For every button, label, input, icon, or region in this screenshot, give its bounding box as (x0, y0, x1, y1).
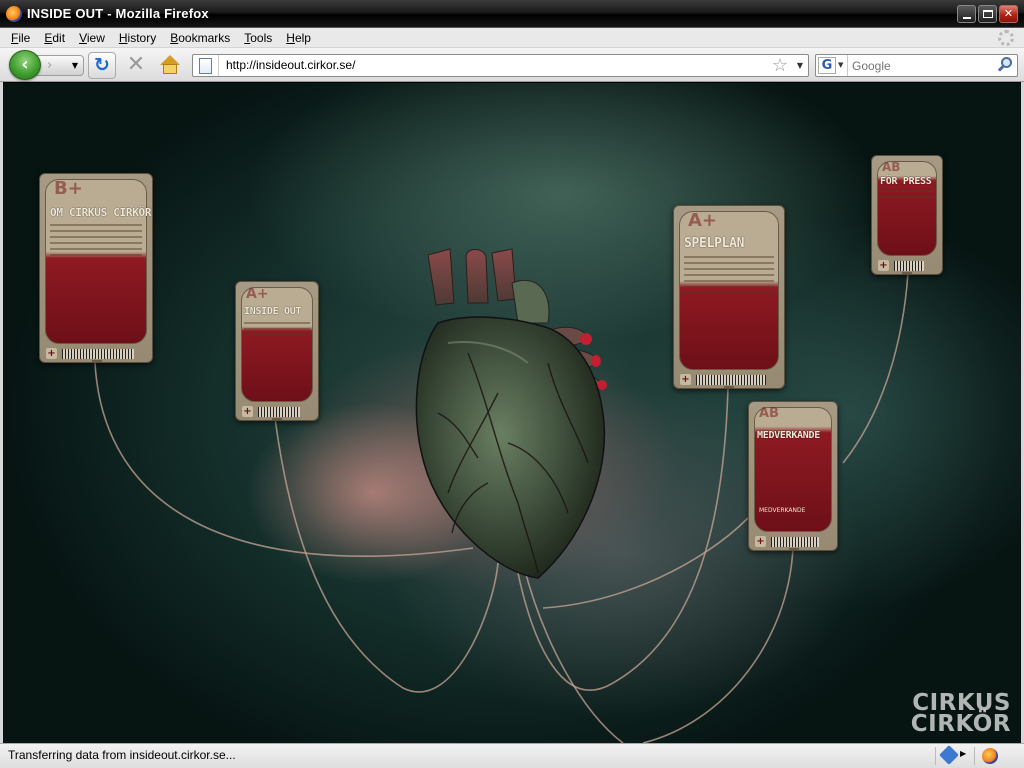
bookmark-star-icon[interactable]: ☆ (772, 55, 788, 76)
medical-cross-icon: + (46, 348, 57, 359)
barcode (258, 407, 300, 417)
medical-cross-icon: + (878, 260, 889, 271)
bag-om-cirkus-cirkor[interactable]: B+ OM CIRKUS CIRKÖR + (39, 173, 153, 363)
bag-for-press[interactable]: AB FÖR PRESS + (871, 155, 943, 275)
search-engine-icon[interactable]: G (818, 57, 836, 74)
medical-cross-icon: + (755, 536, 766, 547)
menu-bar: File Edit View History Bookmarks Tools Help (0, 28, 1024, 48)
maximize-icon (983, 10, 993, 18)
firefox-status-icon[interactable] (982, 748, 998, 764)
page-icon (199, 58, 212, 74)
barcode (696, 375, 766, 385)
blood-type-label: AB (759, 406, 779, 421)
menu-view[interactable]: View (72, 31, 112, 45)
page-content: B+ OM CIRKUS CIRKÖR + A+ INSIDE OUT + A+… (3, 83, 1021, 743)
bag-subtitle: MEDVERKANDE (759, 507, 806, 514)
bag-title: OM CIRKUS CIRKÖR (50, 206, 152, 219)
status-bar: Transferring data from insideout.cirkor.… (0, 743, 1024, 768)
medical-cross-icon: + (680, 374, 691, 385)
bag-title: SPELPLAN (684, 236, 745, 251)
url-text[interactable]: http://insideout.cirkor.se/ (226, 58, 355, 72)
blood-type-label: A+ (688, 210, 718, 231)
menu-help[interactable]: Help (279, 31, 318, 45)
bag-title: FÖR PRESS (880, 176, 932, 187)
barcode (894, 261, 924, 271)
stop-button[interactable]: ✕ (122, 52, 150, 79)
addon-dropdown-icon[interactable]: ▶ (960, 749, 966, 758)
url-history-dropdown[interactable]: ▼ (797, 55, 803, 76)
maximize-button[interactable] (978, 5, 997, 23)
address-bar[interactable]: http://insideout.cirkor.se/ ☆ ▼ (192, 54, 809, 77)
blood-type-label: AB (882, 160, 901, 174)
medical-cross-icon: + (242, 406, 253, 417)
menu-file[interactable]: File (4, 31, 37, 45)
bag-title: INSIDE OUT (244, 306, 302, 317)
menu-edit[interactable]: Edit (37, 31, 72, 45)
history-dropdown-button[interactable]: ▼ (67, 55, 84, 76)
bag-medverkande[interactable]: AB MEDVERKANDE MEDVERKANDE + (748, 401, 838, 551)
menu-tools[interactable]: Tools (237, 31, 279, 45)
anatomical-heart-image[interactable] (408, 243, 628, 583)
menu-bookmarks[interactable]: Bookmarks (163, 31, 237, 45)
bag-title: MEDVERKANDE (757, 430, 820, 441)
window-title: INSIDE OUT - Mozilla Firefox (27, 6, 209, 21)
blood-type-label: A+ (246, 286, 269, 302)
reload-icon: ↻ (94, 54, 110, 76)
blood-type-label: B+ (54, 178, 83, 199)
chevron-down-icon: ▼ (71, 61, 79, 70)
barcode (62, 349, 134, 359)
search-input[interactable] (852, 57, 992, 74)
addon-icon[interactable] (939, 745, 959, 765)
search-bar[interactable]: G ▼ (815, 54, 1018, 77)
loading-throbber-icon (998, 30, 1014, 46)
bag-spelplan[interactable]: A+ SPELPLAN + (673, 205, 785, 389)
status-text: Transferring data from insideout.cirkor.… (8, 748, 236, 762)
navigation-toolbar: ‹ › ▼ ↻ ✕ http://insideout.cirkor.se/ ☆ … (0, 48, 1024, 82)
firefox-icon (6, 6, 22, 22)
stop-icon: ✕ (126, 52, 146, 77)
window-controls: ✕ (957, 5, 1018, 23)
search-engine-dropdown[interactable]: ▼ (838, 55, 843, 76)
bag-inside-out[interactable]: A+ INSIDE OUT + (235, 281, 319, 421)
search-go-button[interactable] (997, 57, 1013, 73)
title-bar[interactable]: INSIDE OUT - Mozilla Firefox ✕ (0, 0, 1024, 28)
close-icon: ✕ (1003, 7, 1014, 20)
home-button[interactable] (157, 54, 183, 78)
forward-arrow-icon: › (47, 58, 53, 73)
reload-button[interactable]: ↻ (88, 52, 116, 79)
back-arrow-icon: ‹ (21, 54, 29, 75)
minimize-icon (963, 17, 971, 19)
barcode (771, 537, 819, 547)
menu-history[interactable]: History (112, 31, 163, 45)
back-button[interactable]: ‹ (9, 50, 41, 80)
cirkus-cirkor-logo[interactable]: CIRKUS CIRKÖR (911, 692, 1011, 736)
close-window-button[interactable]: ✕ (999, 5, 1018, 23)
minimize-button[interactable] (957, 5, 976, 23)
